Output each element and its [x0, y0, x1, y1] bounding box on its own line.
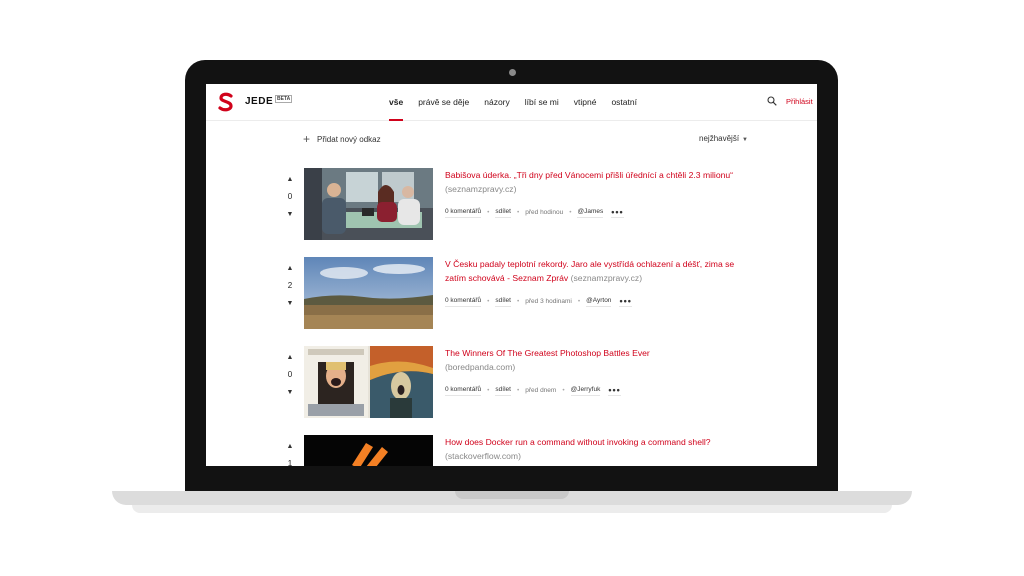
logo-icon[interactable] [218, 92, 234, 112]
vote-controls: ▲ 1 ▼ [282, 443, 298, 466]
upvote-arrow-icon[interactable]: ▲ [282, 354, 298, 361]
post-author[interactable]: @Ayrton [586, 297, 612, 307]
comments-link[interactable]: 0 komentářů [445, 386, 482, 396]
post-title[interactable]: The Winners Of The Greatest Photoshop Ba… [445, 347, 745, 374]
plus-icon: + [303, 132, 311, 146]
post-item: ▲ 0 ▼ Babišova úderka. „Tři dny před Ván… [282, 168, 752, 242]
nav-item-libi-se-mi[interactable]: líbí se mi [525, 84, 559, 120]
post-item: ▲ 1 ▼ How does Docker run a command with… [282, 435, 752, 466]
more-dots-icon[interactable]: ••• [611, 207, 624, 218]
post-domain: (seznamzpravy.cz) [570, 272, 643, 283]
post-time: před hodinou [525, 209, 564, 216]
share-link[interactable]: sdílet [495, 297, 511, 307]
post-time: před 3 hodinami [525, 298, 572, 305]
nav-item-vtipne[interactable]: vtipné [574, 84, 597, 120]
post-domain: (seznamzpravy.cz) [445, 183, 517, 194]
post-thumbnail[interactable] [304, 346, 433, 418]
post-author[interactable]: @James [577, 208, 604, 218]
post-content: V Česku padaly teplotní rekordy. Jaro al… [445, 258, 745, 307]
nav-item-prave-se-deje[interactable]: právě se děje [418, 84, 469, 120]
post-thumbnail[interactable] [304, 168, 433, 240]
post-title[interactable]: How does Docker run a command without in… [445, 436, 745, 463]
post-item: ▲ 0 ▼ The Winners Of The Greatest Photos… [282, 346, 752, 420]
downvote-arrow-icon[interactable]: ▼ [282, 211, 298, 218]
comments-link[interactable]: 0 komentářů [445, 208, 482, 218]
login-link[interactable]: Přihlásit [786, 97, 813, 106]
upvote-arrow-icon[interactable]: ▲ [282, 443, 298, 450]
post-thumbnail[interactable] [304, 435, 433, 466]
add-link-label: Přidat nový odkaz [317, 134, 381, 144]
share-link[interactable]: sdílet [495, 208, 511, 218]
more-dots-icon[interactable]: ••• [619, 296, 632, 307]
post-score: 0 [287, 192, 293, 201]
nav-item-nazory[interactable]: názory [484, 84, 510, 120]
post-domain: (boredpanda.com) [445, 361, 516, 372]
post-author[interactable]: @Jerryfuk [570, 386, 601, 396]
post-domain: (stackoverflow.com) [445, 450, 521, 461]
add-link-button[interactable]: + Přidat nový odkaz [303, 133, 381, 145]
laptop-base-shadow [132, 505, 892, 513]
post-content: The Winners Of The Greatest Photoshop Ba… [445, 347, 745, 396]
share-link[interactable]: sdílet [495, 386, 511, 396]
post-item: ▲ 2 ▼ V Česku padaly teplotní rekordy. J… [282, 257, 752, 331]
post-meta: 0 komentářů • sdílet • před hodinou • @J… [445, 207, 624, 218]
post-title-text[interactable]: How does Docker run a command without in… [445, 437, 711, 447]
top-navigation: JEDE BETA vše právě se děje názory líbí … [206, 84, 817, 121]
sort-label: nejžhavější [699, 134, 740, 143]
post-meta: 0 komentářů • sdílet • před 3 hodinami •… [445, 296, 632, 307]
toolbar: + Přidat nový odkaz nejžhavější ▼ [303, 133, 748, 147]
post-score: 1 [287, 459, 293, 467]
sort-dropdown[interactable]: nejžhavější ▼ [699, 134, 748, 143]
comments-link[interactable]: 0 komentářů [445, 297, 482, 307]
upvote-arrow-icon[interactable]: ▲ [282, 265, 298, 272]
beta-badge: BETA [275, 95, 293, 103]
post-title-text[interactable]: The Winners Of The Greatest Photoshop Ba… [445, 348, 650, 358]
more-dots-icon[interactable]: ••• [608, 385, 621, 396]
post-thumbnail[interactable] [304, 257, 433, 329]
downvote-arrow-icon[interactable]: ▼ [282, 300, 298, 307]
brand-name[interactable]: JEDE [245, 96, 273, 107]
nav-item-ostatni[interactable]: ostatní [611, 84, 637, 120]
vote-controls: ▲ 0 ▼ [282, 354, 298, 396]
vote-controls: ▲ 2 ▼ [282, 265, 298, 307]
post-time: před dnem [525, 387, 557, 394]
camera-icon [509, 69, 516, 76]
post-content: Babišova úderka. „Tři dny před Vánocemi … [445, 169, 745, 218]
laptop-notch [455, 491, 569, 499]
screen: JEDE BETA vše právě se děje názory líbí … [206, 84, 817, 466]
chevron-down-icon: ▼ [742, 137, 748, 143]
post-score: 0 [287, 370, 293, 379]
downvote-arrow-icon[interactable]: ▼ [282, 389, 298, 396]
post-meta: 0 komentářů • sdílet • před dnem • @Jerr… [445, 385, 621, 396]
post-content: How does Docker run a command without in… [445, 436, 745, 463]
nav-item-vse[interactable]: vše [389, 84, 404, 121]
vote-controls: ▲ 0 ▼ [282, 176, 298, 218]
upvote-arrow-icon[interactable]: ▲ [282, 176, 298, 183]
post-title-text[interactable]: Babišova úderka. „Tři dny před Vánocemi … [445, 170, 733, 180]
post-score: 2 [287, 281, 293, 290]
post-title[interactable]: V Česku padaly teplotní rekordy. Jaro al… [445, 258, 745, 285]
post-title[interactable]: Babišova úderka. „Tři dny před Vánocemi … [445, 169, 745, 196]
nav-links: vše právě se děje názory líbí se mi vtip… [389, 84, 637, 121]
search-icon[interactable] [767, 96, 777, 106]
